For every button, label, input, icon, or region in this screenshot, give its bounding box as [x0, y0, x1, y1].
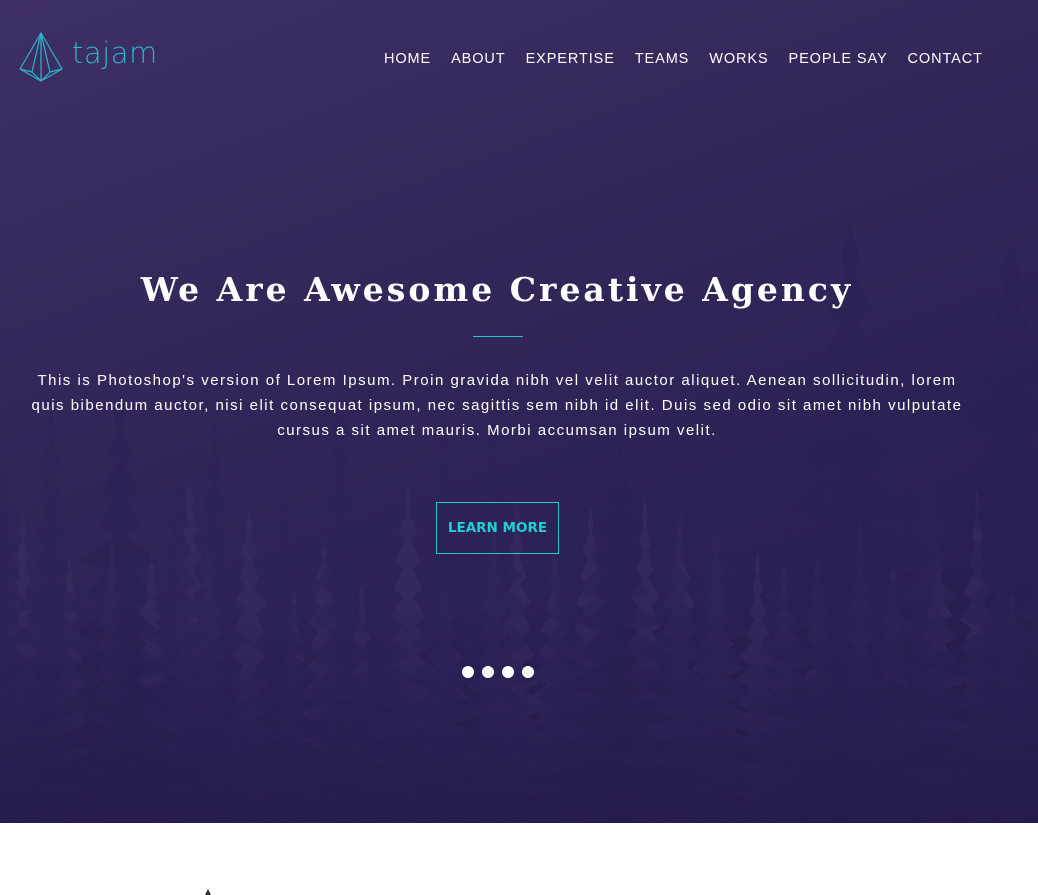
learn-more-button[interactable]: LEARN MORE — [436, 502, 559, 554]
slider-dot-2[interactable] — [482, 666, 494, 678]
nav-item-works[interactable]: WORKS — [709, 51, 768, 67]
slider-dot-1[interactable] — [462, 666, 474, 678]
paper-plane-icon — [19, 32, 63, 82]
brand-name: tajam — [72, 35, 158, 70]
nav-item-home[interactable]: HOME — [384, 51, 431, 67]
hero-description: This is Photoshop's version of Lorem Ips… — [30, 368, 964, 443]
nav-item-expertise[interactable]: EXPERTISE — [526, 51, 615, 67]
hero-title: We Are Awesome Creative Agency — [140, 270, 854, 309]
title-divider — [473, 336, 523, 337]
nav-item-contact[interactable]: CONTACT — [908, 51, 983, 67]
main-nav: HOME ABOUT EXPERTISE TEAMS WORKS PEOPLE … — [384, 51, 983, 67]
nav-item-about[interactable]: ABOUT — [451, 51, 505, 67]
slider-dot-3[interactable] — [502, 666, 514, 678]
slider-dot-4[interactable] — [522, 666, 534, 678]
slider-pagination — [462, 666, 534, 678]
nav-item-people-say[interactable]: PEOPLE SAY — [789, 51, 888, 67]
logo[interactable]: tajam — [18, 32, 158, 82]
hero-description-line-1: This is Photoshop's version of Lorem Ips… — [37, 372, 957, 389]
section-mark-icon — [205, 889, 211, 895]
hero-section: tajam HOME ABOUT EXPERTISE TEAMS WORKS P… — [0, 0, 1038, 823]
hero-description-line-2: quis bibendum auctor, nisi elit consequa… — [31, 397, 963, 439]
nav-item-teams[interactable]: TEAMS — [635, 51, 689, 67]
